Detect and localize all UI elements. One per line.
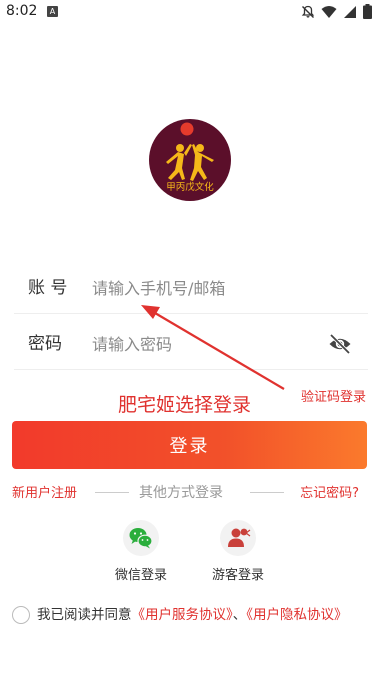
status-bar: 8:02 A [0, 0, 378, 24]
wechat-login-button[interactable]: 微信登录 [106, 520, 176, 583]
notification-a-icon: A [47, 6, 58, 17]
account-label: 账 号 [28, 278, 68, 298]
wifi-icon [321, 5, 337, 18]
visibility-off-icon[interactable] [328, 332, 352, 356]
register-link[interactable]: 新用户注册 [12, 482, 77, 501]
guest-icon [220, 520, 256, 556]
guest-login-button[interactable]: 游客登录 [203, 520, 273, 583]
guest-login-label: 游客登录 [211, 568, 264, 583]
annotation-caption: 肥宅姬选择登录 [118, 394, 252, 416]
notifications-off-icon [301, 5, 315, 18]
links-row: 新用户注册 其他方式登录 忘记密码? [12, 482, 367, 502]
status-icons [301, 4, 372, 19]
divider-right [250, 492, 284, 493]
verify-code-login-link[interactable]: 验证码登录 [301, 386, 366, 405]
account-row: 账 号 [14, 262, 368, 314]
password-input[interactable] [92, 331, 312, 357]
divider-left [95, 492, 129, 493]
agreement-checkbox[interactable] [12, 606, 30, 624]
password-label: 密码 [28, 334, 62, 354]
agreement-prefix: 我已阅读并同意 [37, 607, 132, 623]
agreement-separator: 、 [232, 607, 247, 623]
signal-icon [344, 5, 356, 18]
privacy-agreement-link[interactable]: 《用户隐私协议》 [246, 607, 347, 623]
battery-icon [363, 4, 372, 19]
forgot-password-link[interactable]: 忘记密码? [300, 482, 359, 501]
status-time: 8:02 [6, 3, 38, 19]
password-row: 密码 [14, 318, 368, 370]
service-agreement-link[interactable]: 《用户服务协议》 [132, 607, 233, 623]
agreement-text: 我已阅读并同意《用户服务协议》、《用户隐私协议》 [37, 604, 367, 626]
wechat-login-label: 微信登录 [114, 568, 167, 583]
login-button[interactable]: 登录 [12, 421, 367, 469]
account-input[interactable] [92, 275, 312, 301]
logo-text: 甲丙戊文化 [166, 181, 214, 193]
wechat-icon [123, 520, 159, 556]
other-login-title: 其他方式登录 [139, 485, 223, 501]
app-logo: 甲丙戊文化 [148, 118, 232, 202]
